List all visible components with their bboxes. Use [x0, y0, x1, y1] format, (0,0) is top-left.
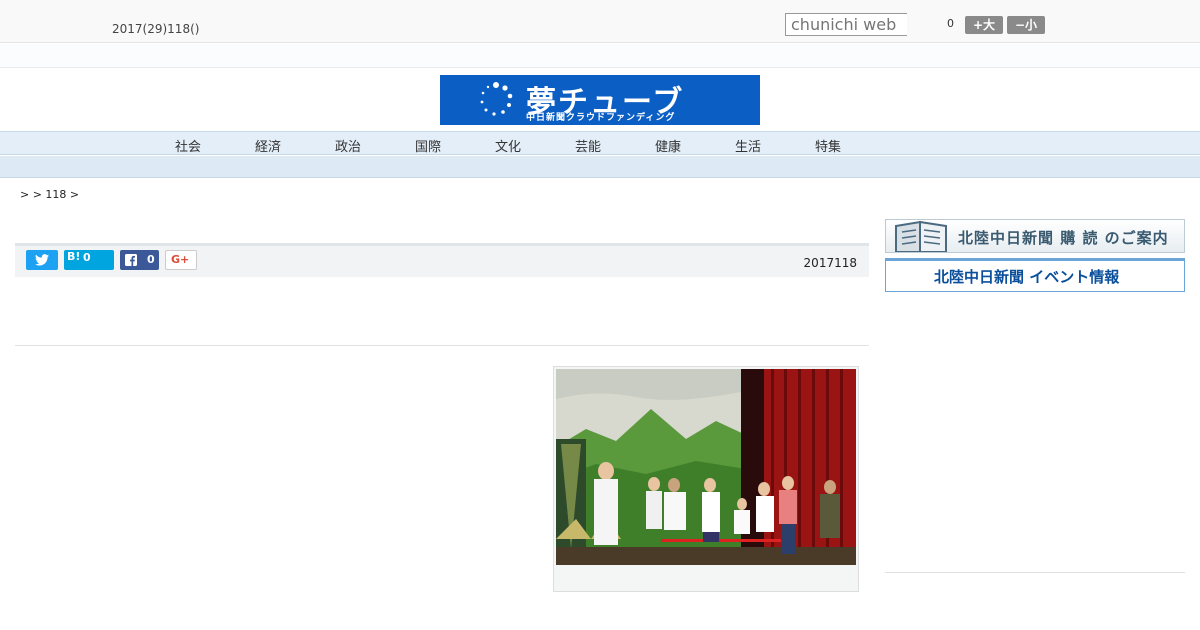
main-nav: 社会 経済 政治 国際 文化 芸能 健康 生活 特集: [0, 131, 1200, 155]
nav-item[interactable]: 国際: [408, 136, 448, 155]
nav-item[interactable]: 健康: [648, 136, 688, 155]
book-icon: [895, 220, 947, 252]
sidebar-divider: [885, 572, 1185, 573]
googleplus-label: G+: [171, 253, 190, 266]
site-logo[interactable]: 夢チューブ 中日新聞クラウドファンディング: [440, 75, 760, 125]
nav-item[interactable]: 社会: [168, 136, 208, 155]
twitter-share-button[interactable]: [26, 250, 58, 270]
font-size-count: 0: [947, 17, 954, 30]
search-input[interactable]: [785, 13, 907, 36]
nav-item[interactable]: 経済: [248, 136, 288, 155]
share-bar: B! 0 0 G+ 2017118: [15, 243, 869, 277]
content-divider: [15, 345, 869, 346]
breadcrumb[interactable]: > > 118 >: [20, 188, 79, 201]
nav-item[interactable]: 政治: [328, 136, 368, 155]
nav-item[interactable]: 芸能: [568, 136, 608, 155]
facebook-share-button[interactable]: 0: [120, 250, 159, 270]
nav-item[interactable]: 文化: [488, 136, 528, 155]
top-bar: 2017(29)118() 0 +大 −小: [0, 0, 1200, 43]
nav-item[interactable]: 特集: [808, 136, 848, 155]
googleplus-share-button[interactable]: G+: [165, 250, 197, 270]
font-size-down-button[interactable]: −小: [1007, 16, 1045, 34]
subscription-banner[interactable]: 北陸中日新聞 購 読 のご案内: [885, 219, 1185, 253]
article-date: 2017118: [803, 256, 857, 270]
twitter-icon: [35, 254, 49, 266]
sub-nav: [0, 156, 1200, 178]
facebook-count: 0: [147, 253, 155, 266]
article-photo[interactable]: [556, 369, 856, 565]
sub-header-bar: [0, 44, 1200, 68]
dots-logo-icon: [480, 82, 513, 116]
event-banner-text: 北陸中日新聞 イベント情報: [934, 268, 1120, 286]
facebook-icon: [125, 254, 137, 266]
logo-subtitle: 中日新聞クラウドファンディング: [526, 113, 676, 123]
nav-item[interactable]: 生活: [728, 136, 768, 155]
hatena-bookmark-button[interactable]: B! 0: [64, 250, 114, 270]
subscription-banner-text: 北陸中日新聞 購 読 のご案内: [958, 229, 1169, 247]
hatena-count: 0: [83, 251, 91, 264]
header-date: 2017(29)118(): [112, 22, 200, 36]
article-photo-frame: [553, 366, 859, 592]
font-size-up-button[interactable]: +大: [965, 16, 1003, 34]
event-banner[interactable]: 北陸中日新聞 イベント情報: [885, 258, 1185, 292]
hatena-label: B!: [67, 250, 81, 263]
